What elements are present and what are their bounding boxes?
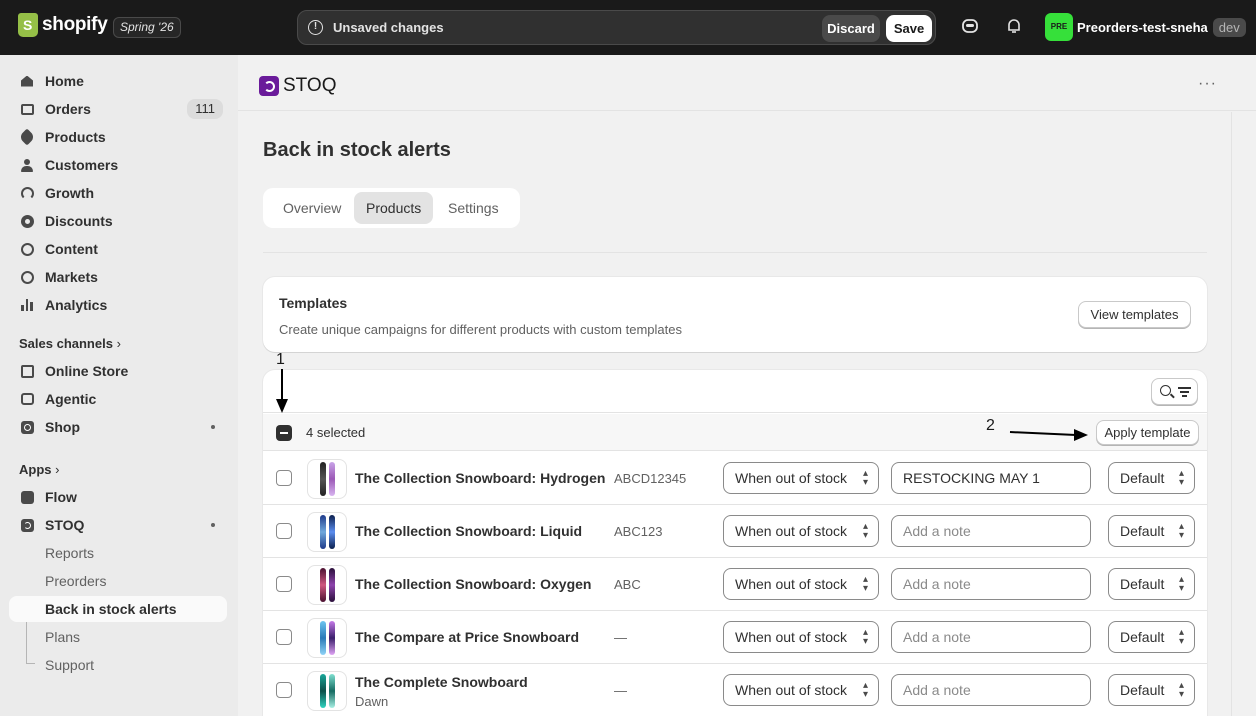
annotation-arrow-2 [1009, 431, 1077, 436]
annotation-arrowhead-1 [276, 399, 288, 413]
annotation-arrows [276, 369, 1088, 441]
annotation-arrowhead-2 [1074, 429, 1088, 441]
